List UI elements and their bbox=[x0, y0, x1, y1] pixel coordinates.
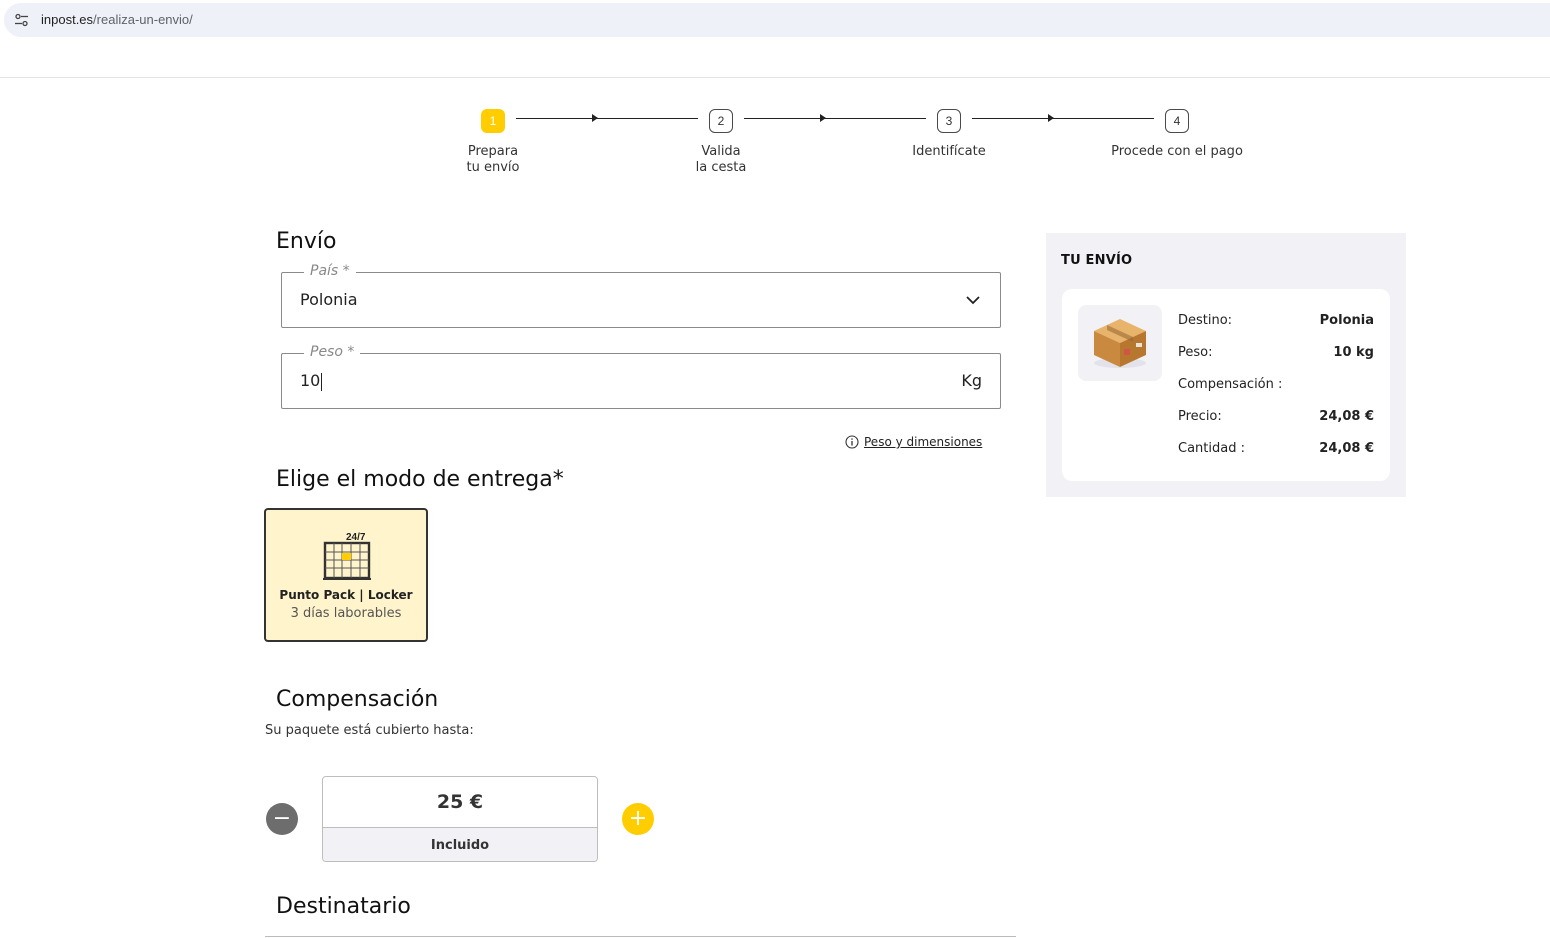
summary-price-value: 24,08 € bbox=[1319, 409, 1374, 424]
weight-dimensions-link-text: Peso y dimensiones bbox=[864, 435, 983, 449]
summary-total-label: Cantidad : bbox=[1178, 441, 1245, 456]
summary-price-label: Precio: bbox=[1178, 409, 1222, 424]
url-host: inpost.es bbox=[41, 12, 94, 27]
weight-value: 10 bbox=[300, 371, 321, 390]
compensation-amount: 25 € bbox=[323, 777, 597, 828]
compensation-subtitle: Su paquete está cubierto hasta: bbox=[265, 723, 474, 738]
minus-icon: − bbox=[272, 806, 292, 831]
step-2-indicator: 2 bbox=[709, 109, 733, 133]
delivery-option-locker[interactable]: 24/7 Punto Pack | Locker 3 días laborabl… bbox=[264, 508, 428, 642]
step-3-label-line1: Identifícate bbox=[912, 144, 986, 159]
weight-dimensions-link[interactable]: Peso y dimensiones bbox=[845, 435, 982, 449]
arrow-right-icon bbox=[592, 114, 598, 122]
summary-card: Destino: Polonia Peso: 10 kg Compensació… bbox=[1062, 289, 1390, 481]
step-connector bbox=[516, 118, 698, 119]
step-3-label: Identifícate bbox=[912, 144, 985, 160]
step-connector bbox=[744, 118, 926, 119]
summary-title: TU ENVÍO bbox=[1061, 253, 1133, 268]
compensation-value-box: 25 € Incluido bbox=[322, 776, 598, 862]
package-box-icon bbox=[1094, 319, 1146, 368]
arrow-right-icon bbox=[820, 114, 826, 122]
step-4-label: Procede con el pago bbox=[1111, 144, 1243, 160]
summary-total-value: 24,08 € bbox=[1319, 441, 1374, 456]
decrease-compensation-button[interactable]: − bbox=[266, 803, 298, 835]
locker-badge: 24/7 bbox=[346, 532, 366, 543]
header-divider bbox=[0, 77, 1550, 78]
weight-label: Peso * bbox=[304, 344, 361, 360]
package-thumbnail bbox=[1078, 305, 1162, 381]
info-icon bbox=[845, 435, 859, 449]
country-value: Polonia bbox=[300, 290, 358, 309]
step-2-label-line1: Valida bbox=[701, 144, 741, 159]
step-4-indicator: 4 bbox=[1165, 109, 1189, 133]
compensation-included-label: Incluido bbox=[323, 828, 597, 861]
shipment-heading: Envío bbox=[276, 229, 337, 254]
address-bar[interactable]: inpost.es/realiza-un-envio/ bbox=[4, 3, 1550, 37]
summary-compensation-label: Compensación : bbox=[1178, 377, 1283, 392]
step-2-label: Valida la cesta bbox=[696, 144, 747, 176]
weight-unit: Kg bbox=[961, 371, 982, 390]
text-caret bbox=[321, 372, 323, 391]
step-connector bbox=[972, 118, 1154, 119]
compensation-heading: Compensación bbox=[276, 687, 439, 712]
recipient-divider bbox=[265, 936, 1016, 937]
url-text[interactable]: inpost.es/realiza-un-envio/ bbox=[41, 12, 193, 27]
step-1-label-line2: tu envío bbox=[466, 160, 520, 175]
step-1-label-line1: Prepara bbox=[467, 144, 519, 159]
recipient-heading: Destinatario bbox=[276, 894, 411, 919]
step-1-label: Prepara tu envío bbox=[467, 144, 520, 176]
increase-compensation-button[interactable]: + bbox=[622, 803, 654, 835]
shipment-summary-panel: TU ENVÍO Destino: Polonia Peso: 10 kg Co… bbox=[1046, 233, 1406, 497]
step-1-indicator: 1 bbox=[481, 109, 505, 133]
delivery-heading: Elige el modo de entrega* bbox=[276, 467, 564, 492]
delivery-option-time: 3 días laborables bbox=[290, 606, 402, 621]
summary-weight-value: 10 kg bbox=[1333, 345, 1374, 360]
step-3-indicator: 3 bbox=[937, 109, 961, 133]
summary-weight-label: Peso: bbox=[1178, 345, 1213, 360]
plus-icon: + bbox=[628, 806, 648, 831]
step-4-label-line1: Procede con el pago bbox=[1111, 144, 1243, 159]
weight-input[interactable]: 10 bbox=[300, 371, 323, 391]
site-settings-icon[interactable] bbox=[14, 13, 29, 27]
summary-destination-label: Destino: bbox=[1178, 313, 1233, 328]
country-label: País * bbox=[304, 263, 356, 279]
summary-destination-value: Polonia bbox=[1319, 313, 1374, 328]
chevron-down-icon[interactable] bbox=[966, 293, 980, 307]
step-2-label-line2: la cesta bbox=[695, 160, 747, 175]
weight-field[interactable]: Peso * 10 Kg bbox=[281, 344, 1001, 409]
locker-icon: 24/7 bbox=[323, 532, 371, 580]
country-select[interactable]: País * Polonia bbox=[281, 263, 1001, 328]
delivery-option-title: Punto Pack | Locker bbox=[279, 588, 413, 602]
url-path: /realiza-un-envio/ bbox=[93, 12, 193, 27]
arrow-right-icon bbox=[1048, 114, 1054, 122]
